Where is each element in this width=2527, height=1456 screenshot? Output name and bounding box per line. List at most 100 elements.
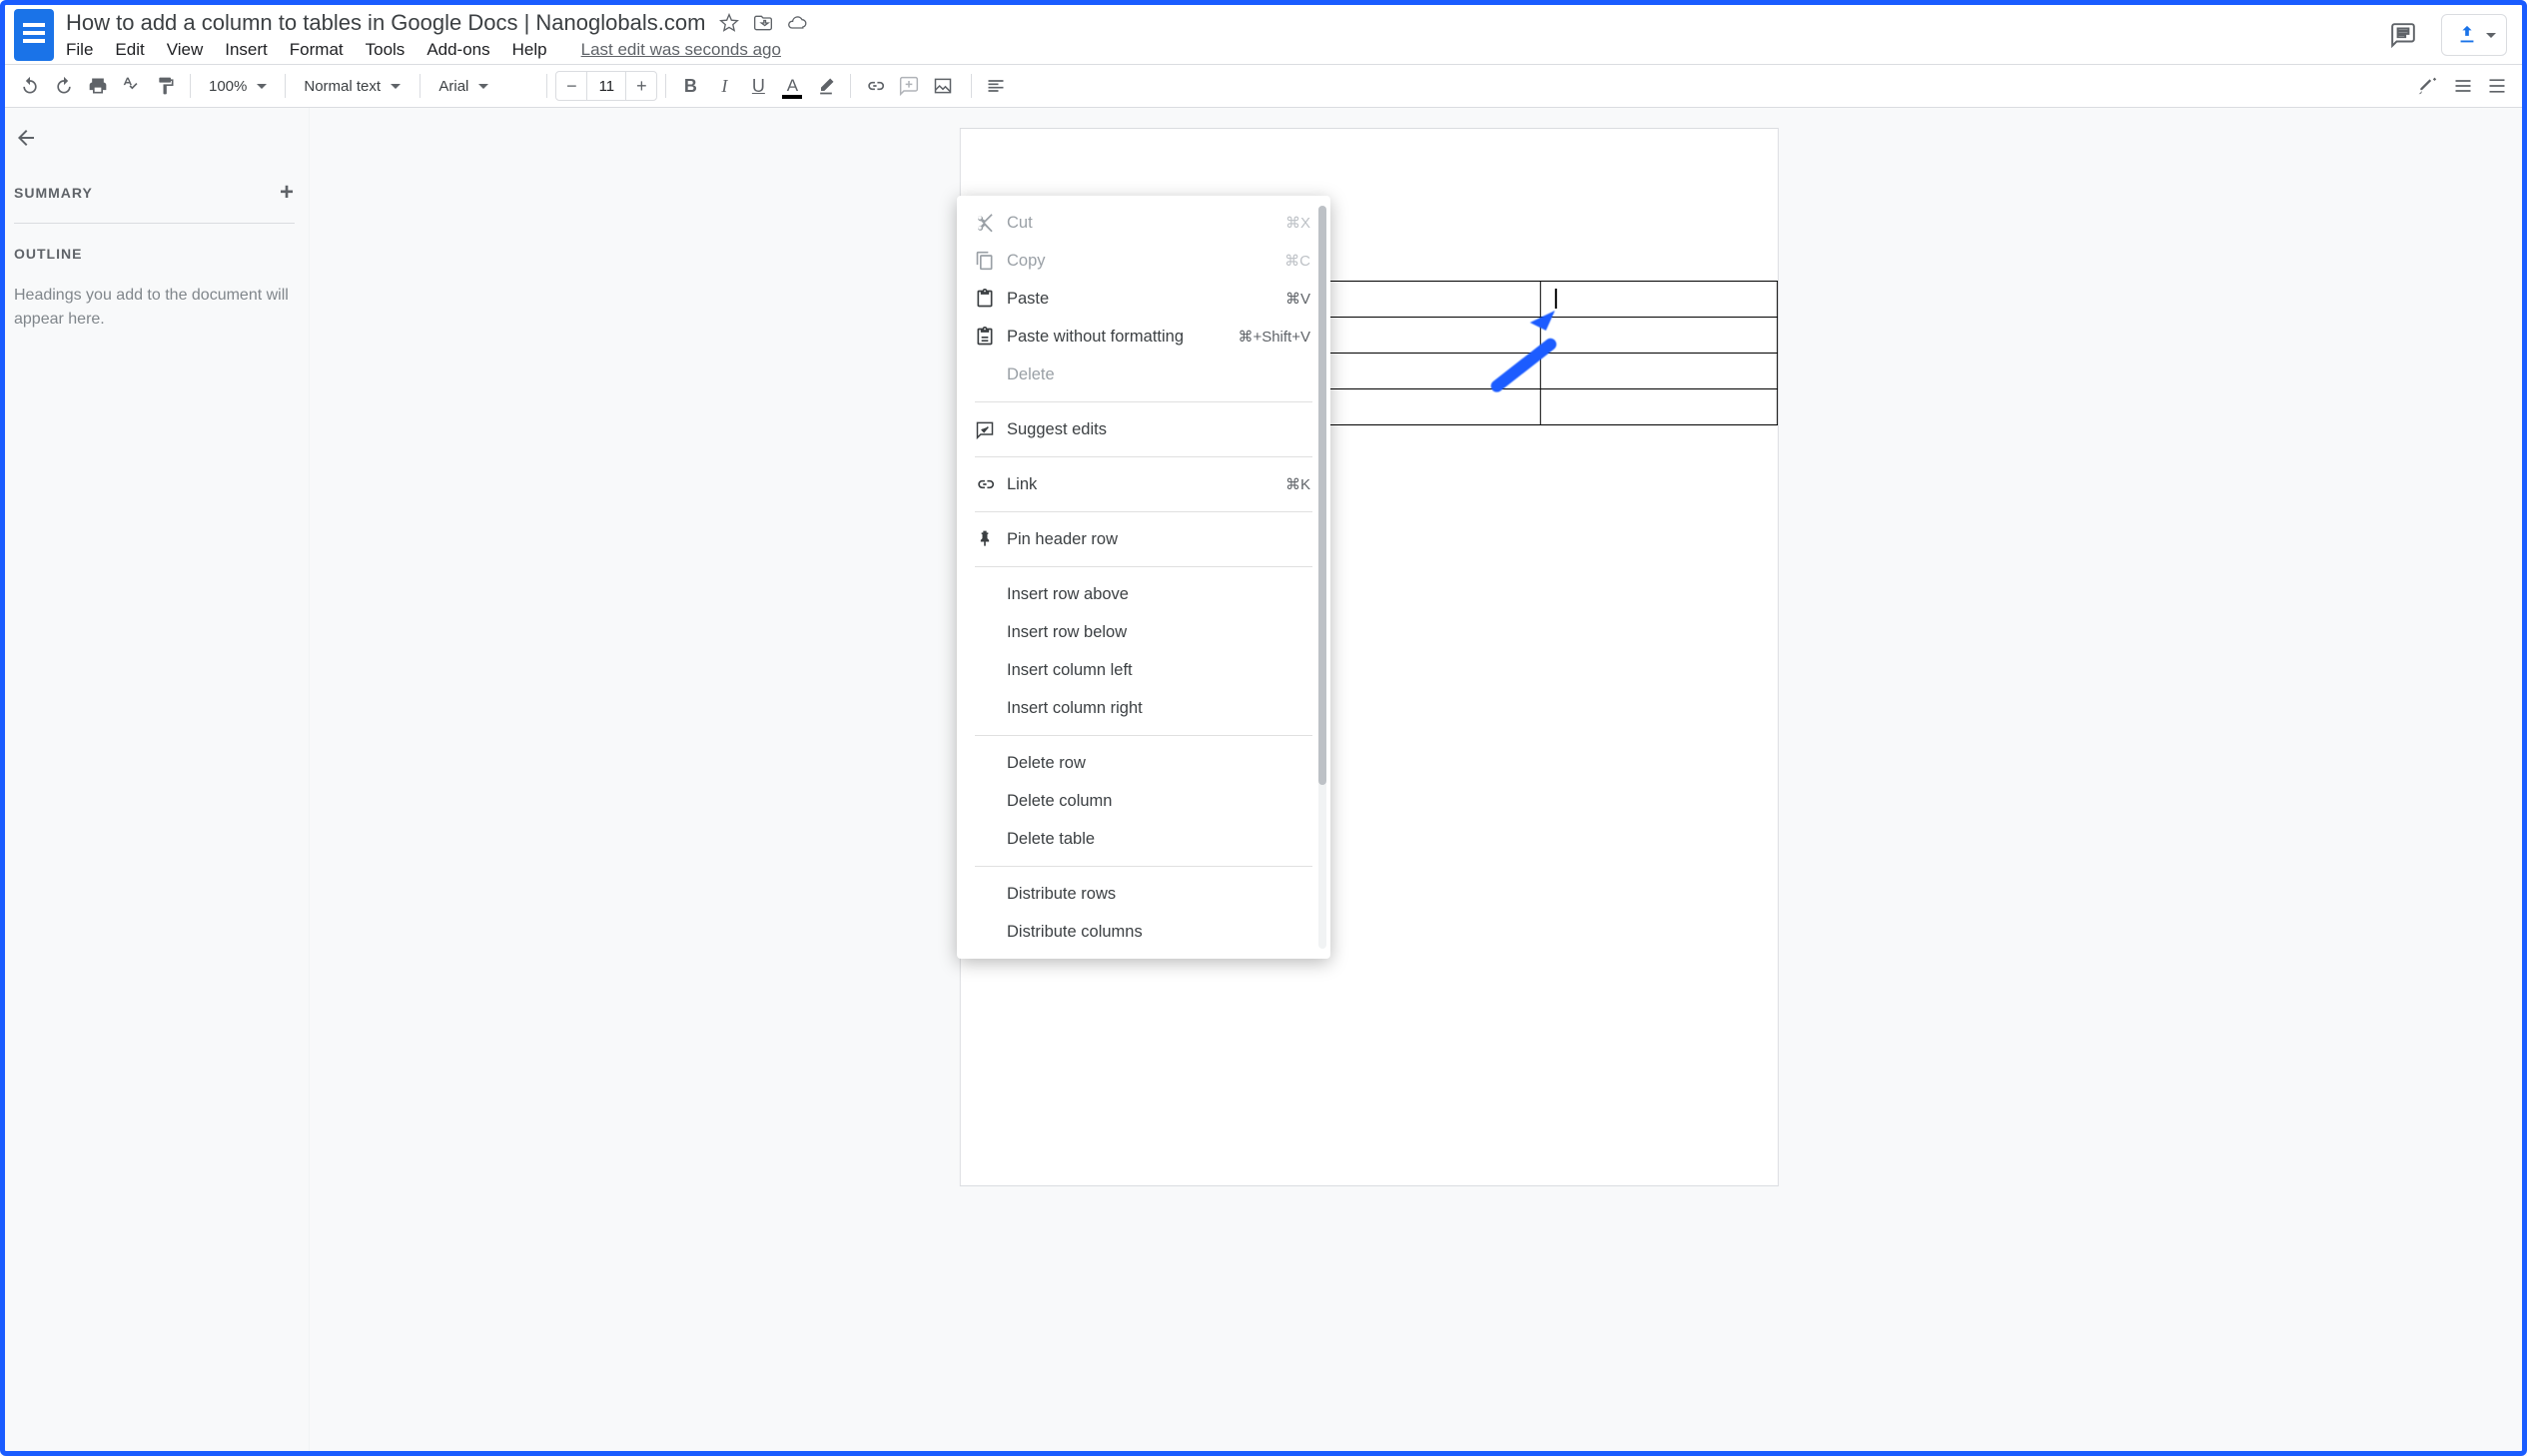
comments-button[interactable] [2385, 17, 2421, 53]
ctx-label: Delete row [1007, 754, 1310, 773]
table-cell[interactable] [1540, 318, 1777, 354]
ctx-del-col[interactable]: Delete column [957, 782, 1330, 820]
table-cell[interactable] [1303, 282, 1540, 318]
menu-help[interactable]: Help [512, 40, 547, 60]
table-cell[interactable] [1303, 318, 1540, 354]
ctx-shortcut: ⌘V [1285, 290, 1310, 308]
spellcheck-button[interactable] [116, 70, 148, 102]
paragraph-style-select[interactable]: Normal text [294, 70, 412, 102]
table-cell[interactable] [1540, 389, 1777, 425]
document-canvas[interactable] [310, 108, 2527, 1456]
paint-format-button[interactable] [150, 70, 182, 102]
ctx-divider [975, 866, 1312, 867]
chevron-down-icon [2486, 33, 2496, 38]
font-size-increase[interactable]: + [626, 76, 656, 97]
insert-comment-button[interactable] [893, 70, 925, 102]
font-size-control: − 11 + [555, 71, 657, 101]
paste-icon [973, 287, 997, 311]
last-edit-link[interactable]: Last edit was seconds ago [581, 40, 781, 60]
ctx-label: Distribute rows [1007, 885, 1310, 904]
text-color-button[interactable]: A [776, 70, 808, 102]
ctx-row-below[interactable]: Insert row below [957, 613, 1330, 651]
workspace: SUMMARY + OUTLINE Headings you add to th… [0, 108, 2527, 1456]
ctx-label: Paste without formatting [1007, 328, 1238, 347]
table-cell[interactable] [1540, 354, 1777, 389]
font-size-decrease[interactable]: − [556, 76, 586, 97]
ctx-label: Cut [1007, 214, 1285, 233]
ctx-divider [975, 511, 1312, 512]
paste-plain-icon [973, 325, 997, 349]
table-cell[interactable] [1540, 282, 1777, 318]
ctx-shortcut: ⌘C [1284, 252, 1310, 270]
menu-format[interactable]: Format [290, 40, 344, 60]
link-icon [973, 472, 997, 496]
ctx-label: Distribute columns [1007, 923, 1310, 942]
ctx-del-row[interactable]: Delete row [957, 744, 1330, 782]
ctx-dist-rows[interactable]: Distribute rows [957, 875, 1330, 913]
pin-icon [973, 527, 997, 551]
highlight-button[interactable] [810, 70, 842, 102]
docs-logo-icon[interactable] [14, 9, 54, 61]
ctx-suggest[interactable]: Suggest edits [957, 410, 1330, 448]
line-spacing-button[interactable] [2447, 70, 2479, 102]
context-menu[interactable]: Cut⌘XCopy⌘CPaste⌘VPaste without formatti… [957, 196, 1330, 959]
italic-button[interactable]: I [708, 70, 740, 102]
ctx-divider [975, 456, 1312, 457]
ctx-divider [975, 566, 1312, 567]
ctx-col-left[interactable]: Insert column left [957, 651, 1330, 689]
table-cell[interactable] [1303, 354, 1540, 389]
insert-image-button[interactable] [927, 70, 963, 102]
ctx-divider [975, 401, 1312, 402]
menu-addons[interactable]: Add-ons [426, 40, 489, 60]
insert-link-button[interactable] [859, 70, 891, 102]
star-icon[interactable] [719, 13, 739, 33]
ctx-link[interactable]: Link⌘K [957, 465, 1330, 503]
move-folder-icon[interactable] [753, 13, 773, 33]
menu-insert[interactable]: Insert [225, 40, 268, 60]
share-button[interactable] [2441, 14, 2507, 56]
underline-button[interactable]: U [742, 70, 774, 102]
ctx-paste-no-fmt[interactable]: Paste without formatting⌘+Shift+V [957, 318, 1330, 356]
ctx-label: Paste [1007, 290, 1285, 309]
editing-mode-button[interactable] [2481, 70, 2513, 102]
ctx-label: Insert column right [1007, 699, 1310, 718]
ctx-label: Link [1007, 475, 1285, 494]
menu-tools[interactable]: Tools [366, 40, 406, 60]
document-title[interactable]: How to add a column to tables in Google … [66, 10, 705, 36]
highlight-tool-button[interactable] [2411, 70, 2445, 102]
table-cell[interactable] [1303, 389, 1540, 425]
context-menu-scrollbar[interactable] [1318, 206, 1326, 949]
text-cursor [1555, 289, 1557, 309]
ctx-label: Delete column [1007, 792, 1310, 811]
sidebar-back-button[interactable] [14, 126, 295, 153]
ctx-shortcut: ⌘X [1285, 214, 1310, 232]
add-summary-button[interactable]: + [280, 181, 295, 205]
outline-hint: Headings you add to the document will ap… [14, 284, 295, 332]
ctx-pin-header[interactable]: Pin header row [957, 520, 1330, 558]
font-size-value[interactable]: 11 [586, 72, 626, 100]
cloud-saved-icon[interactable] [787, 13, 807, 33]
ctx-col-right[interactable]: Insert column right [957, 689, 1330, 727]
menu-view[interactable]: View [167, 40, 204, 60]
print-button[interactable] [82, 70, 114, 102]
bold-button[interactable]: B [674, 70, 706, 102]
redo-button[interactable] [48, 70, 80, 102]
ctx-label: Suggest edits [1007, 420, 1310, 439]
toolbar: 100% Normal text Arial − 11 + B I U A [0, 64, 2527, 108]
ctx-paste[interactable]: Paste⌘V [957, 280, 1330, 318]
ctx-del-table[interactable]: Delete table [957, 820, 1330, 858]
menu-file[interactable]: File [66, 40, 93, 60]
undo-button[interactable] [14, 70, 46, 102]
ctx-row-above[interactable]: Insert row above [957, 575, 1330, 613]
align-button[interactable] [980, 70, 1012, 102]
font-select[interactable]: Arial [428, 70, 538, 102]
menu-edit[interactable]: Edit [115, 40, 144, 60]
ctx-dist-cols[interactable]: Distribute columns [957, 913, 1330, 951]
ctx-divider [975, 735, 1312, 736]
ctx-label: Pin header row [1007, 530, 1310, 549]
zoom-select[interactable]: 100% [199, 70, 277, 102]
summary-heading: SUMMARY [14, 185, 93, 201]
ctx-label: Insert column left [1007, 661, 1310, 680]
ctx-label: Copy [1007, 252, 1284, 271]
copy-icon [973, 249, 997, 273]
